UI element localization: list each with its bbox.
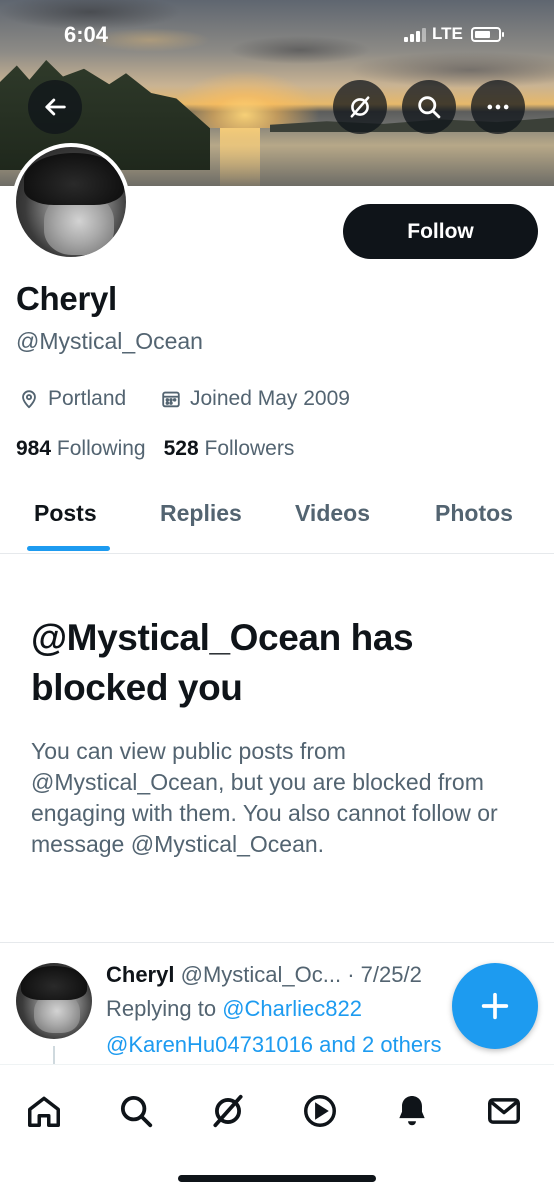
replying-prefix: Replying to	[106, 996, 217, 1021]
followers-link[interactable]: 528 Followers	[164, 437, 295, 461]
location-text: Portland	[48, 387, 127, 410]
status-indicators: LTE	[404, 24, 504, 44]
battery-icon	[470, 26, 504, 42]
replying-to: Replying to @Charliec822	[106, 996, 362, 1022]
tab-photos[interactable]: Photos	[435, 500, 513, 527]
tab-posts[interactable]: Posts	[34, 500, 97, 527]
arrow-left-icon	[45, 98, 66, 116]
post-author-name[interactable]: Cheryl	[106, 962, 174, 987]
more-button[interactable]	[471, 80, 525, 134]
blocked-title: @Mystical_Ocean has blocked you	[31, 617, 414, 708]
display-name: Cheryl	[16, 280, 117, 317]
mail-icon	[488, 1098, 520, 1124]
joined-text: Joined May 2009	[190, 387, 350, 410]
post-avatar[interactable]	[16, 963, 92, 1039]
location-pin-icon	[22, 390, 36, 409]
plus-icon	[481, 992, 509, 1020]
signal-icon	[404, 26, 426, 42]
nav-messages[interactable]	[484, 1091, 524, 1131]
profile-tabs: Posts Replies Videos Photos	[0, 482, 554, 554]
search-button[interactable]	[402, 80, 456, 134]
joined-meta: Joined May 2009	[160, 387, 350, 411]
search-icon	[418, 96, 441, 119]
reply-target-link[interactable]: @Charliec822	[222, 996, 362, 1021]
reply-others-link[interactable]: @KarenHu04731016 and 2 others	[106, 1032, 441, 1058]
active-tab-indicator	[27, 546, 110, 551]
network-label: LTE	[432, 24, 463, 43]
banner-reflection	[220, 128, 260, 186]
nav-home[interactable]	[24, 1091, 64, 1131]
status-time: 6:04	[64, 22, 109, 47]
profile-handle: @Mystical_Ocean	[16, 328, 203, 354]
location-meta: Portland	[18, 387, 126, 411]
nav-videos[interactable]	[300, 1091, 340, 1131]
profile-avatar[interactable]	[12, 143, 130, 261]
grok-button[interactable]	[333, 80, 387, 134]
following-label: Following	[56, 437, 146, 460]
nav-notifications[interactable]	[392, 1091, 432, 1131]
post-author-handle: @Mystical_Oc...	[180, 962, 342, 987]
slashed-circle-icon	[350, 96, 370, 118]
home-icon	[28, 1096, 60, 1127]
follow-button[interactable]: Follow	[343, 204, 538, 259]
following-link[interactable]: 984 Following	[16, 437, 146, 461]
tab-replies[interactable]: Replies	[160, 500, 242, 527]
more-dots-icon	[487, 104, 509, 110]
tab-videos[interactable]: Videos	[295, 500, 370, 527]
grok-icon	[213, 1094, 243, 1128]
post-date: · 7/25/2	[347, 962, 422, 987]
followers-label: Followers	[204, 437, 295, 460]
thread-line	[53, 1046, 55, 1066]
bell-icon	[399, 1095, 425, 1126]
compose-post-button[interactable]	[452, 963, 538, 1049]
blocked-message: You can view public posts from @Mystical…	[31, 738, 498, 857]
follow-counts: 984 Following 528 Followers	[16, 437, 294, 461]
followers-count: 528	[163, 437, 199, 460]
back-button[interactable]	[28, 80, 82, 134]
home-indicator	[178, 1175, 376, 1182]
nav-search[interactable]	[116, 1091, 156, 1131]
divider	[0, 942, 554, 943]
nav-grok[interactable]	[208, 1091, 248, 1131]
search-icon	[120, 1095, 153, 1128]
following-count: 984	[16, 437, 52, 460]
play-icon	[304, 1095, 336, 1127]
calendar-icon	[162, 391, 180, 408]
